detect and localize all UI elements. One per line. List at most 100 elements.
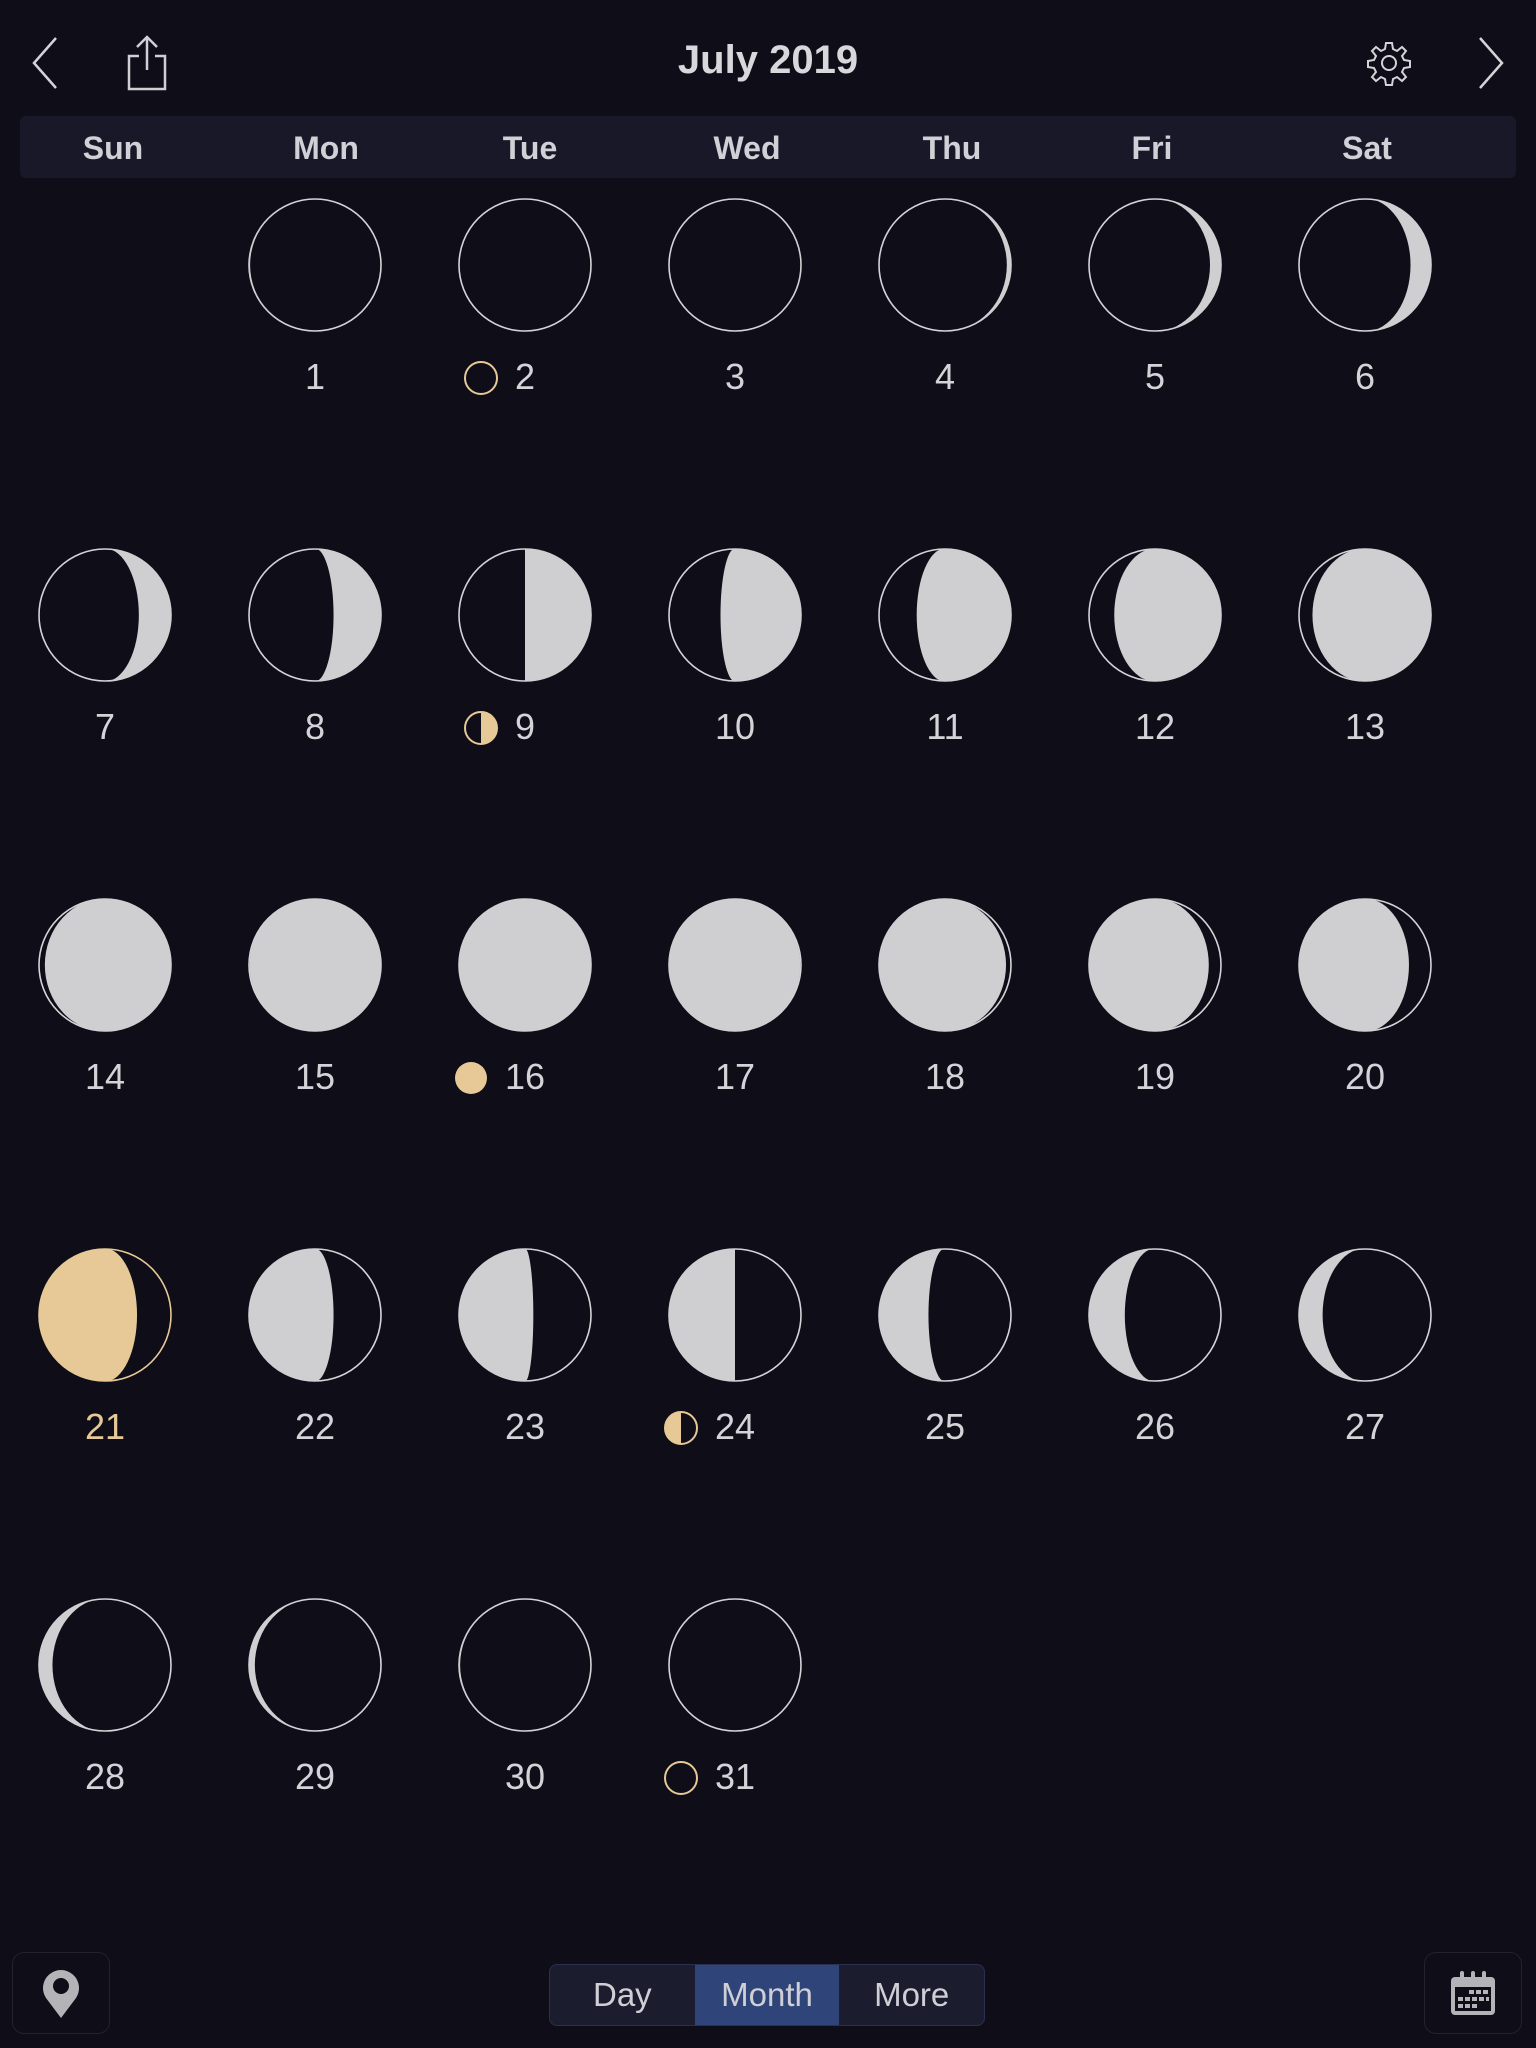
- full-moon-icon: [455, 1062, 487, 1094]
- settings-button[interactable]: [1364, 38, 1414, 88]
- moon-phase-icon: [1298, 548, 1432, 682]
- day-number: 1: [304, 356, 326, 397]
- day-cell[interactable]: 10: [630, 548, 840, 888]
- moon-lit-area: [38, 1248, 138, 1382]
- moon-phase-icon: [668, 198, 802, 332]
- day-cell[interactable]: 11: [840, 548, 1050, 888]
- day-number: 22: [294, 1406, 336, 1447]
- day-number: 12: [1134, 706, 1176, 747]
- day-number: 28: [84, 1756, 126, 1797]
- weekday-label: Wed: [713, 130, 781, 166]
- moon-phase-icon: [458, 548, 592, 682]
- moon-lit-area: [458, 1248, 534, 1382]
- weekday-label: Thu: [922, 130, 982, 166]
- day-cell[interactable]: 9: [420, 548, 630, 888]
- day-cell[interactable]: 29: [210, 1598, 420, 1938]
- moon-phase-icon: [1298, 898, 1432, 1032]
- gear-icon: [1367, 42, 1411, 86]
- moon-lit-area: [668, 1248, 735, 1382]
- day-cell[interactable]: 25: [840, 1248, 1050, 1588]
- chevron-right-icon: [1479, 37, 1504, 89]
- day-number: 17: [714, 1056, 756, 1097]
- moon-phase-icon: [458, 1598, 592, 1732]
- day-cell[interactable]: 1: [210, 198, 420, 538]
- weekday-label: Sat: [1342, 130, 1392, 166]
- moon-outline: [458, 1598, 592, 1732]
- day-cell[interactable]: 2: [420, 198, 630, 538]
- calendar-icon: [1451, 1971, 1495, 2015]
- moon-phase-icon: [878, 198, 1012, 332]
- weekday-label: Tue: [502, 130, 558, 166]
- day-cell[interactable]: 26: [1050, 1248, 1260, 1588]
- moon-outline: [458, 198, 592, 332]
- day-cell[interactable]: 14: [0, 898, 210, 1238]
- day-cell[interactable]: 27: [1260, 1248, 1470, 1588]
- day-cell[interactable]: 13: [1260, 548, 1470, 888]
- weekday-label: Sun: [82, 130, 144, 166]
- day-cell[interactable]: 16: [420, 898, 630, 1238]
- day-cell[interactable]: 21: [0, 1248, 210, 1588]
- today-day-number: 21: [84, 1406, 126, 1447]
- day-cell[interactable]: 6: [1260, 198, 1470, 538]
- day-cell[interactable]: 30: [420, 1598, 630, 1938]
- moon-lit-area: [525, 548, 592, 682]
- moon-phase-icon: [248, 548, 382, 682]
- day-cell[interactable]: 7: [0, 548, 210, 888]
- moon-phase-icon: [1088, 198, 1222, 332]
- moon-phase-icon: [878, 1248, 1012, 1382]
- day-number: 7: [94, 706, 116, 747]
- moon-lit-area: [1298, 898, 1409, 1032]
- moon-phase-icon: [668, 898, 802, 1032]
- calendar-button[interactable]: [1424, 1952, 1522, 2034]
- moon-lit-area: [1114, 548, 1222, 682]
- day-cell[interactable]: 12: [1050, 548, 1260, 888]
- next-month-button[interactable]: [1466, 28, 1516, 98]
- moon-lit-area: [916, 548, 1012, 682]
- top-bar: July 2019: [0, 0, 1536, 116]
- moon-lit-area: [1312, 548, 1432, 682]
- day-number: 20: [1344, 1056, 1386, 1097]
- day-cell[interactable]: 20: [1260, 898, 1470, 1238]
- day-cell[interactable]: 24: [630, 1248, 840, 1588]
- segment-more[interactable]: More: [839, 1965, 984, 2025]
- day-cell[interactable]: 28: [0, 1598, 210, 1938]
- phase-marker: [453, 1060, 489, 1096]
- day-cell[interactable]: 19: [1050, 898, 1260, 1238]
- day-cell[interactable]: 18: [840, 898, 1050, 1238]
- day-number: 31: [714, 1756, 756, 1797]
- weekday-label: Fri: [1131, 130, 1173, 166]
- day-cell[interactable]: 23: [420, 1248, 630, 1588]
- weekday-label: Mon: [293, 130, 359, 166]
- day-number: 19: [1134, 1056, 1176, 1097]
- moon-lit-area: [720, 548, 802, 682]
- day-cell[interactable]: 15: [210, 898, 420, 1238]
- day-number: 25: [924, 1406, 966, 1447]
- day-cell[interactable]: 4: [840, 198, 1050, 538]
- day-number: 9: [514, 706, 536, 747]
- moon-phase-icon: [248, 1598, 382, 1732]
- day-cell[interactable]: 5: [1050, 198, 1260, 538]
- moon-phase-icon: [878, 548, 1012, 682]
- moon-phase-icon: [458, 898, 592, 1032]
- day-cell[interactable]: 3: [630, 198, 840, 538]
- location-button[interactable]: [12, 1952, 110, 2034]
- day-cell[interactable]: 31: [630, 1598, 840, 1938]
- last-quarter-icon: [664, 1411, 698, 1445]
- segment-month[interactable]: Month: [694, 1965, 840, 2025]
- day-number: 26: [1134, 1406, 1176, 1447]
- day-cell[interactable]: 17: [630, 898, 840, 1238]
- moon-phase-icon: [38, 1248, 172, 1382]
- moon-phase-icon: [248, 1248, 382, 1382]
- day-number: 16: [504, 1056, 546, 1097]
- moon-lit-area: [249, 898, 382, 1032]
- moon-phase-icon: [668, 1248, 802, 1382]
- day-number: 3: [724, 356, 746, 397]
- moon-phase-icon: [38, 1598, 172, 1732]
- map-pin-icon: [43, 1970, 79, 2018]
- day-cell[interactable]: 22: [210, 1248, 420, 1588]
- day-cell[interactable]: 8: [210, 548, 420, 888]
- day-number: 18: [924, 1056, 966, 1097]
- day-number: 27: [1344, 1406, 1386, 1447]
- day-number: 8: [304, 706, 326, 747]
- segment-day[interactable]: Day: [550, 1965, 695, 2025]
